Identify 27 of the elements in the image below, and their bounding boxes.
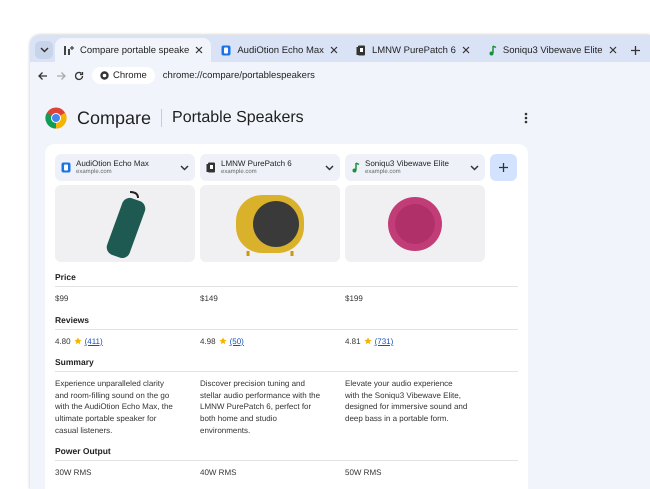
review-count-link[interactable]: (411) (84, 336, 103, 346)
page-subtitle: Portable Speakers (172, 109, 305, 127)
section-label: Reviews (55, 314, 518, 330)
value-text: 40W RMS (200, 467, 238, 479)
address-bar[interactable]: chrome://compare/portablespeakers (162, 70, 315, 81)
section-label: Price (55, 272, 518, 287)
value-text: $149 (200, 293, 219, 305)
browser-tab[interactable]: AudiOtion Echo Max (213, 38, 346, 62)
section-label: Power Output (55, 446, 518, 462)
page-title: Compare (77, 108, 152, 128)
browser-tab[interactable]: Compare portable speake (55, 38, 212, 62)
value-text: Elevate your audio experience with the Soniqu3 Vibewave Elite, designed for immersive sound and deep bass in a portable form. (345, 378, 468, 425)
review-count-link[interactable]: (731) (374, 336, 394, 346)
value-text: 50W RMS (345, 467, 382, 479)
review-count-link[interactable]: (50) (230, 336, 244, 346)
rating-value: 4.98 (200, 336, 216, 348)
value-text: $199 (345, 293, 364, 305)
value-text: Discover precision tuning and stellar audio performance with the LMNW PurePatch 6, perfect for both home and studio environments. (200, 378, 322, 436)
value-text: $99 (55, 293, 70, 305)
rating-value: 4.81 (345, 336, 361, 348)
value-text: 30W RMS (55, 467, 92, 479)
rating-value: 4.80 (55, 336, 71, 348)
value-text: Experience unparalleled clarity and room-filling sound on the go with the AudiOtion Echo Max, the ultimate portable speaker for casual listeners. (55, 378, 174, 436)
section-label: Summary (55, 357, 518, 372)
site-chip[interactable]: Chrome (92, 67, 155, 84)
browser-tab[interactable]: LMNW PurePatch 6 (348, 38, 478, 62)
browser-tab[interactable]: Soniqu3 Vibewave Elite (480, 38, 625, 62)
